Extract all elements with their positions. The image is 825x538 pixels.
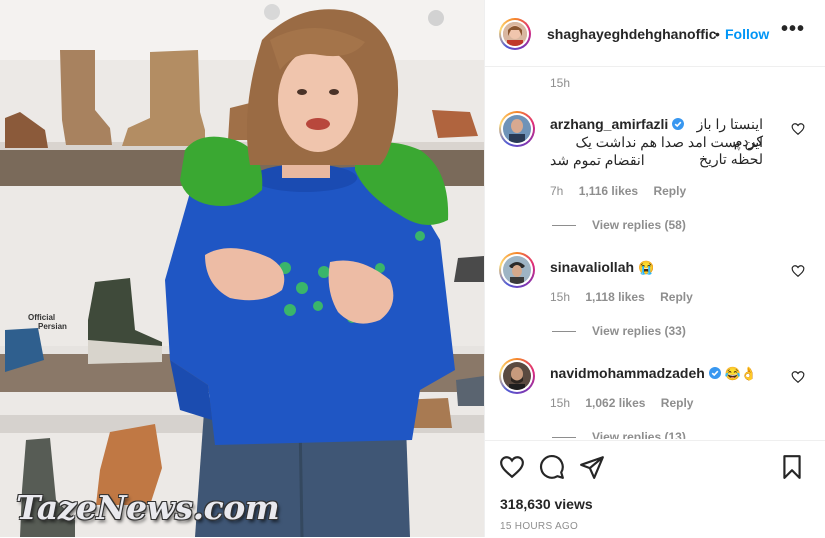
- comment-text: 😂👌: [724, 366, 757, 381]
- comments-list[interactable]: 15h arzhang_amirfazli اینستا را باز کردم: [485, 67, 825, 439]
- view-replies-label: View replies (33): [592, 324, 686, 338]
- comment-likes[interactable]: 1,118 likes: [585, 290, 644, 304]
- bookmark-icon[interactable]: [779, 454, 805, 480]
- comment-text: 😭: [637, 260, 655, 275]
- comment-age: 15h: [550, 290, 571, 304]
- commenter-avatar[interactable]: [503, 362, 531, 390]
- post-actions: 318,630 views 15 HOURS AGO: [485, 440, 825, 538]
- view-replies-line: [552, 331, 576, 333]
- commenter-username-text: navidmohammadzadeh: [550, 365, 705, 381]
- comment-age: 15h: [550, 396, 571, 410]
- reply-button[interactable]: Reply: [653, 184, 686, 198]
- commenter-avatar[interactable]: [503, 256, 531, 284]
- video-frame-illustration: [0, 0, 484, 537]
- comment-meta: 15h 1,118 likes Reply: [550, 290, 705, 304]
- commenter-username-text: arzhang_amirfazli: [550, 116, 669, 132]
- commenter-username[interactable]: navidmohammadzadeh 😂👌: [550, 365, 757, 382]
- view-count[interactable]: 318,630 views: [500, 496, 593, 512]
- avatar-image: [503, 362, 531, 390]
- commenter-username[interactable]: arzhang_amirfazli: [550, 116, 685, 132]
- commenter-username-text: sinavaliollah: [550, 259, 635, 275]
- reply-button[interactable]: Reply: [660, 290, 693, 304]
- avatar-image: [503, 256, 531, 284]
- comment-likes[interactable]: 1,062 likes: [585, 396, 645, 410]
- comment-text-line3: انقضام تموم شد: [550, 152, 645, 168]
- verified-icon: [708, 367, 721, 379]
- reply-button[interactable]: Reply: [661, 396, 694, 410]
- view-replies-line: [552, 437, 576, 439]
- like-comment-heart-icon[interactable]: [791, 370, 805, 384]
- official-mark-line1: Official: [28, 313, 56, 322]
- more-icon: •••: [781, 18, 806, 40]
- follow-button[interactable]: Follow: [725, 26, 769, 42]
- author-username[interactable]: shaghayeghdehghanoffic: [547, 26, 717, 42]
- site-watermark: TazeNews.com: [16, 488, 280, 527]
- official-persian-logo: Official Persian: [28, 313, 67, 331]
- avatar-image: [503, 22, 527, 46]
- separator-dot: •: [715, 26, 720, 42]
- post-side-panel: shaghayeghdehghanoffic • Follow ••• 15h …: [484, 0, 825, 537]
- view-replies-button[interactable]: View replies (13): [552, 430, 686, 439]
- view-replies-line: [552, 225, 576, 227]
- author-avatar[interactable]: [503, 22, 527, 46]
- share-icon[interactable]: [579, 454, 605, 480]
- like-comment-heart-icon[interactable]: [791, 264, 805, 278]
- official-mark-line2: Persian: [38, 322, 67, 331]
- like-comment-heart-icon[interactable]: [791, 122, 805, 136]
- commenter-username[interactable]: sinavaliollah 😭: [550, 259, 654, 276]
- post-video[interactable]: Official Persian TazeNews.com: [0, 0, 484, 537]
- view-replies-label: View replies (13): [592, 430, 686, 439]
- commenter-avatar[interactable]: [503, 115, 531, 143]
- comment-meta: 7h 1,116 likes Reply: [550, 184, 698, 198]
- post-timestamp[interactable]: 15 HOURS AGO: [500, 521, 578, 532]
- post-header: shaghayeghdehghanoffic • Follow •••: [485, 0, 825, 67]
- comment-likes[interactable]: 1,116 likes: [579, 184, 638, 198]
- comment-meta: 15h 1,062 likes Reply: [550, 396, 705, 410]
- view-replies-label: View replies (58): [592, 218, 686, 232]
- heart-icon[interactable]: [499, 454, 525, 480]
- comment-age: 7h: [550, 184, 564, 198]
- caption-time: 15h: [550, 76, 571, 90]
- view-replies-button[interactable]: View replies (58): [552, 218, 686, 232]
- view-replies-button[interactable]: View replies (33): [552, 324, 686, 338]
- comment-icon[interactable]: [539, 454, 565, 480]
- more-options-button[interactable]: •••: [781, 18, 805, 41]
- avatar-image: [503, 115, 531, 143]
